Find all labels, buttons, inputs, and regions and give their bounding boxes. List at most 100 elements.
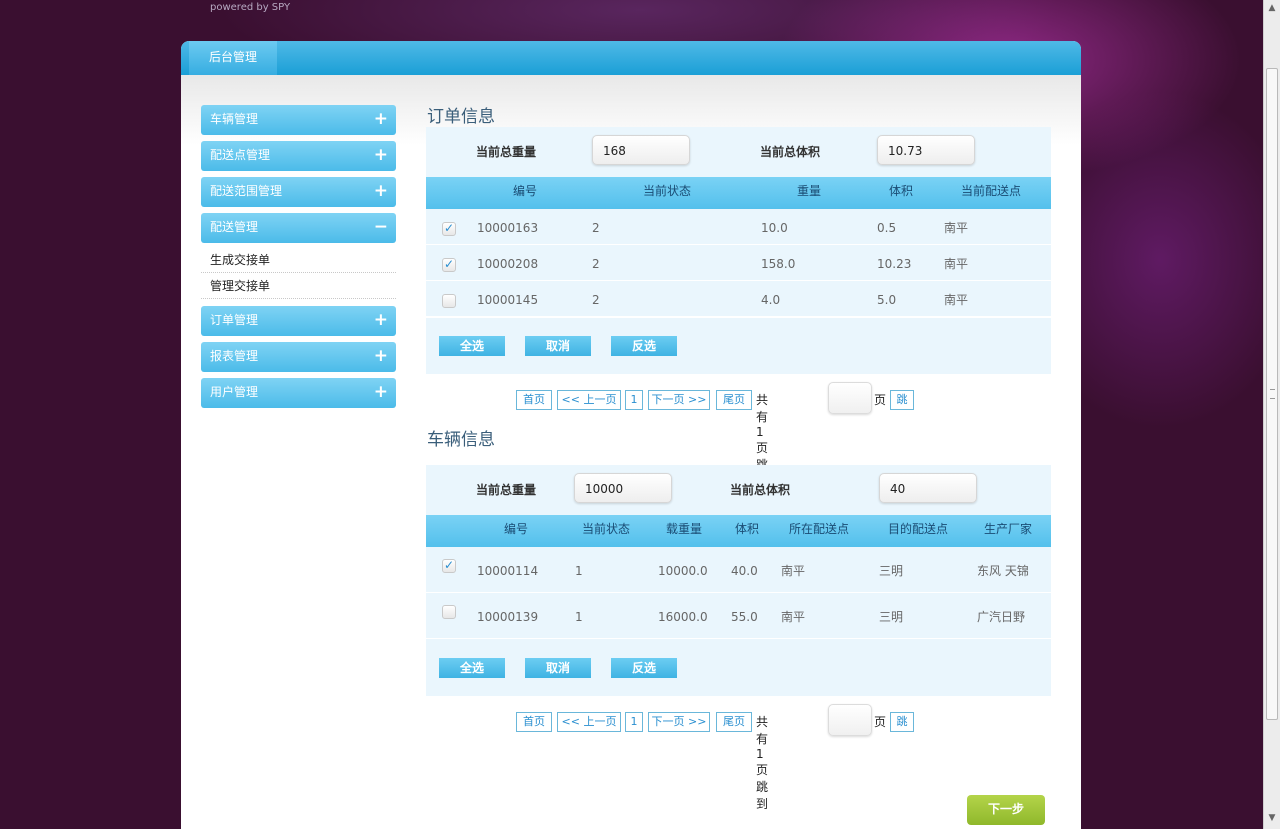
pager-next-button[interactable]: 下一页 >> [648, 712, 710, 732]
order-volume: 5.0 [877, 293, 897, 307]
column-header: 载重量 [666, 522, 703, 536]
order-status: 2 [592, 293, 600, 307]
pager-page-1[interactable]: 1 [625, 712, 643, 732]
scroll-down-icon[interactable]: ▼ [1266, 812, 1278, 824]
column-header: 生产厂家 [984, 522, 1033, 536]
column-header: 编号 [513, 184, 538, 198]
vehicles-volume-field[interactable]: 40 [879, 473, 977, 503]
pager-prev-button[interactable]: << 上一页 [557, 712, 621, 732]
sidebar-item-delivery-points[interactable]: 配送点管理 + [201, 141, 396, 171]
scroll-up-icon[interactable]: ▲ [1266, 2, 1278, 14]
sidebar-item-label: 配送点管理 [210, 148, 271, 162]
sidebar-item-label: 订单管理 [210, 313, 259, 327]
column-header: 体积 [889, 184, 914, 198]
order-volume: 0.5 [877, 221, 897, 235]
vehicle-volume: 55.0 [731, 610, 758, 624]
plus-icon: + [373, 145, 388, 165]
order-id: 10000208 [477, 257, 539, 271]
pager-total-text: 共有1页 跳到 [756, 715, 769, 811]
sidebar-item-label: 车辆管理 [210, 112, 259, 126]
plus-icon: + [373, 382, 388, 402]
sidebar-subitem-generate-handover[interactable]: 生成交接单 [201, 247, 396, 273]
table-row[interactable]: 10000145 2 4.0 5.0 南平 [426, 281, 1051, 317]
row-checkbox[interactable]: ✓ [442, 558, 456, 573]
window-scrollbar[interactable]: ▲ ▼ [1263, 0, 1280, 829]
scroll-thumb[interactable] [1266, 68, 1278, 720]
plus-icon: + [373, 109, 388, 129]
invert-selection-button[interactable]: 反选 [611, 336, 677, 356]
column-header: 编号 [504, 522, 529, 536]
sidebar-subitem-manage-handover[interactable]: 管理交接单 [201, 273, 396, 299]
plus-icon: + [373, 346, 388, 366]
table-row[interactable]: ✓ 10000163 2 10.0 0.5 南平 [426, 209, 1051, 245]
sidebar-item-reports[interactable]: 报表管理 + [201, 342, 396, 372]
panel-body: 车辆管理 + 配送点管理 + 配送范围管理 + 配送管理 − 生成交接单 管理交… [181, 75, 1081, 829]
panel-header: 后台管理 [181, 41, 1081, 75]
sidebar-item-vehicles[interactable]: 车辆管理 + [201, 105, 396, 135]
pager-jump-input[interactable] [828, 704, 872, 736]
pager-first-button[interactable]: 首页 [516, 390, 552, 410]
vehicle-destination: 三明 [879, 610, 904, 624]
pager-page-suffix: 页 [874, 393, 887, 407]
pager-next-button[interactable]: 下一页 >> [648, 390, 710, 410]
cancel-button[interactable]: 取消 [525, 658, 591, 678]
order-weight: 158.0 [761, 257, 796, 271]
order-id: 10000145 [477, 293, 539, 307]
order-status: 2 [592, 221, 600, 235]
pager-jump-input[interactable] [828, 382, 872, 414]
row-checkbox[interactable] [442, 605, 456, 619]
order-weight: 10.0 [761, 221, 788, 235]
vehicle-status: 1 [575, 610, 583, 624]
pager-jump-button[interactable]: 跳 [890, 712, 914, 732]
order-point: 南平 [944, 293, 969, 307]
order-volume: 10.23 [877, 257, 912, 271]
plus-icon: + [373, 181, 388, 201]
orders-title: 订单信息 [427, 107, 495, 127]
select-all-button[interactable]: 全选 [439, 658, 505, 678]
vehicles-title: 车辆信息 [427, 430, 495, 450]
cancel-button[interactable]: 取消 [525, 336, 591, 356]
pager-page-suffix: 页 [874, 715, 887, 729]
pager-last-button[interactable]: 尾页 [716, 712, 752, 732]
table-row[interactable]: ✓ 10000208 2 158.0 10.23 南平 [426, 245, 1051, 281]
order-point: 南平 [944, 221, 969, 235]
vehicle-status: 1 [575, 564, 583, 578]
check-icon: ✓ [444, 558, 455, 572]
row-checkbox[interactable]: ✓ [442, 257, 456, 272]
table-row[interactable]: 10000139 1 16000.0 55.0 南平 三明 广汽日野 [426, 593, 1051, 639]
vehicle-capacity: 16000.0 [658, 610, 708, 624]
vehicles-actions: 全选 取消 反选 [426, 639, 1051, 696]
vehicle-capacity: 10000.0 [658, 564, 708, 578]
order-status: 2 [592, 257, 600, 271]
sidebar-item-orders[interactable]: 订单管理 + [201, 306, 396, 336]
orders-volume-field[interactable]: 10.73 [877, 135, 975, 165]
column-header: 所在配送点 [789, 522, 850, 536]
minus-icon: − [373, 217, 388, 237]
row-checkbox[interactable] [442, 294, 456, 308]
orders-weight-label: 当前总重量 [476, 145, 537, 159]
check-icon: ✓ [444, 221, 455, 235]
invert-selection-button[interactable]: 反选 [611, 658, 677, 678]
column-header: 重量 [797, 184, 822, 198]
next-step-button[interactable]: 下一步 [967, 795, 1045, 825]
pager-jump-button[interactable]: 跳 [890, 390, 914, 410]
order-id: 10000163 [477, 221, 539, 235]
pager-last-button[interactable]: 尾页 [716, 390, 752, 410]
sidebar-item-delivery[interactable]: 配送管理 − [201, 213, 396, 243]
pager-page-1[interactable]: 1 [625, 390, 643, 410]
vehicle-destination: 三明 [879, 564, 904, 578]
column-header: 当前配送点 [961, 184, 1022, 198]
vehicles-weight-field[interactable]: 10000 [574, 473, 672, 503]
pager-first-button[interactable]: 首页 [516, 712, 552, 732]
vehicle-volume: 40.0 [731, 564, 758, 578]
tab-admin[interactable]: 后台管理 [189, 41, 277, 75]
sidebar-item-delivery-range[interactable]: 配送范围管理 + [201, 177, 396, 207]
row-checkbox[interactable]: ✓ [442, 221, 456, 236]
select-all-button[interactable]: 全选 [439, 336, 505, 356]
vehicle-id: 10000114 [477, 564, 539, 578]
orders-weight-field[interactable]: 168 [592, 135, 690, 165]
powered-by-text: powered by SPY [210, 2, 291, 13]
sidebar-item-users[interactable]: 用户管理 + [201, 378, 396, 408]
table-row[interactable]: ✓ 10000114 1 10000.0 40.0 南平 三明 东风 天锦 [426, 547, 1051, 593]
pager-prev-button[interactable]: << 上一页 [557, 390, 621, 410]
